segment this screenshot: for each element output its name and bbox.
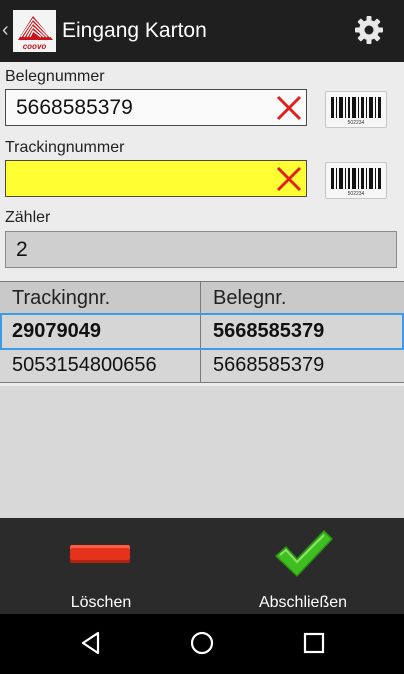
table-header-row: Trackingnr. Belegnr.: [0, 281, 404, 315]
settings-gear-icon[interactable]: [353, 14, 385, 46]
beleg-cell: 5668585379: [213, 354, 325, 376]
svg-text:502234: 502234: [348, 191, 365, 197]
beleg-cell: 5668585379: [213, 320, 325, 342]
nav-back-icon[interactable]: [76, 628, 106, 658]
delete-button[interactable]: Löschen: [0, 518, 202, 614]
tracking-table: Trackingnr. Belegnr. 29079049 5668585379…: [0, 281, 404, 383]
belegnummer-field[interactable]: 5668585379: [5, 89, 307, 126]
minus-delete-icon: [70, 545, 130, 563]
bottom-action-bar: Löschen Abschließen: [0, 518, 404, 614]
barcode-icon: 502234: [331, 168, 381, 197]
checkmark-icon: [274, 529, 334, 578]
trackingnummer-scan-button[interactable]: 502234: [325, 162, 387, 199]
page-title: Eingang Karton: [62, 19, 207, 42]
tracking-cell: 29079049: [0, 315, 201, 348]
column-header-trackingnr[interactable]: Trackingnr.: [0, 282, 201, 315]
finish-button[interactable]: Abschließen: [202, 518, 404, 614]
belegnummer-label: Belegnummer: [5, 68, 105, 85]
belegnummer-value: 5668585379: [16, 96, 133, 119]
table-row[interactable]: 5053154800656 5668585379: [0, 349, 404, 383]
system-navigation-bar: [0, 614, 404, 674]
svg-text:502234: 502234: [348, 120, 365, 126]
barcode-icon: 502234: [331, 97, 381, 126]
delete-label: Löschen: [70, 594, 132, 611]
nav-home-icon[interactable]: [187, 628, 217, 658]
zaehler-value: 2: [16, 238, 28, 261]
nav-recents-icon[interactable]: [299, 628, 329, 658]
action-bar: ‹ coovo Eingang Karton: [0, 0, 404, 62]
tracking-cell: 5053154800656: [0, 349, 201, 382]
zaehler-label: Zähler: [5, 209, 51, 226]
table-empty-area: [0, 386, 404, 518]
clear-x-icon[interactable]: [275, 165, 303, 193]
table-row[interactable]: 29079049 5668585379: [0, 315, 404, 349]
trackingnummer-label: Trackingnummer: [5, 139, 125, 156]
back-icon[interactable]: ‹: [2, 18, 12, 42]
trackingnummer-field[interactable]: [5, 160, 307, 197]
zaehler-field: 2: [5, 231, 397, 268]
svg-text:coovo: coovo: [23, 42, 47, 51]
app-logo[interactable]: coovo: [13, 10, 56, 52]
clear-x-icon[interactable]: [275, 94, 303, 122]
finish-label: Abschließen: [258, 594, 348, 611]
column-header-belegnr[interactable]: Belegnr.: [201, 282, 404, 315]
belegnummer-scan-button[interactable]: 502234: [325, 91, 387, 128]
